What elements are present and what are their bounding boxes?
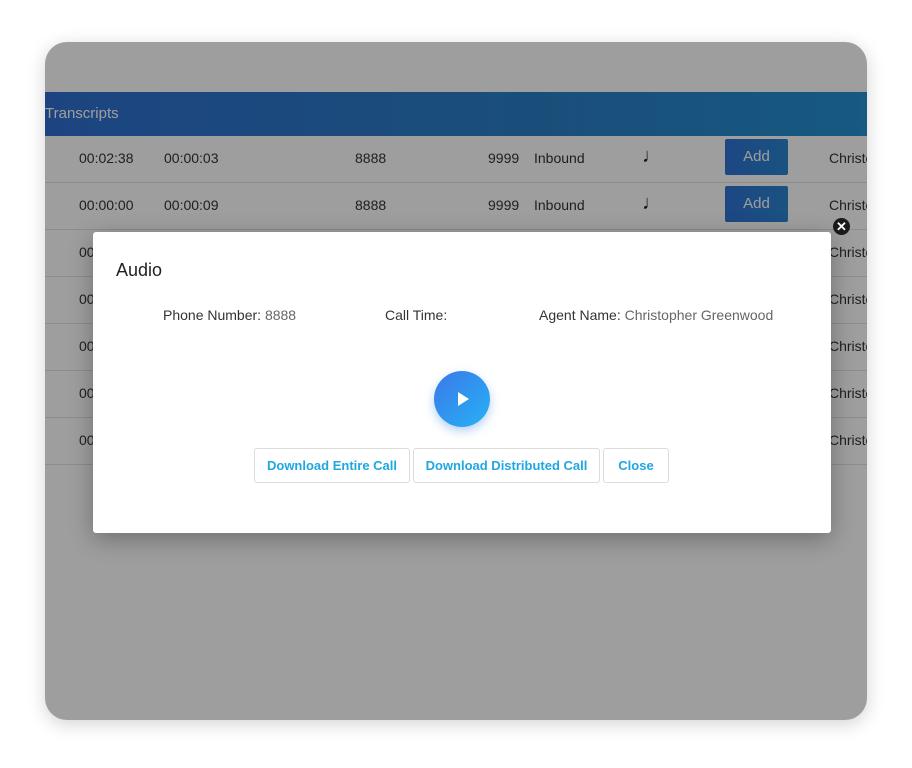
phone-number-label: Phone Number: bbox=[163, 307, 262, 323]
audio-modal: Audio Phone Number: 8888 Call Time: Agen… bbox=[93, 232, 831, 533]
close-button[interactable]: Close bbox=[603, 448, 669, 483]
call-time-info: Call Time: bbox=[385, 307, 447, 323]
agent-name-value: Christopher Greenwood bbox=[624, 307, 774, 323]
download-entire-call-button[interactable]: Download Entire Call bbox=[254, 448, 410, 483]
agent-name-label: Agent Name: bbox=[539, 307, 621, 323]
close-circle-icon[interactable]: ✕ bbox=[833, 218, 850, 235]
phone-number-value: 8888 bbox=[264, 307, 297, 323]
phone-number-info: Phone Number: 8888 bbox=[163, 307, 296, 323]
call-time-label: Call Time: bbox=[385, 307, 448, 323]
agent-name-info: Agent Name: Christopher Greenwood bbox=[539, 307, 773, 323]
play-button[interactable] bbox=[434, 371, 490, 427]
play-icon bbox=[458, 392, 469, 406]
download-distributed-call-button[interactable]: Download Distributed Call bbox=[413, 448, 600, 483]
modal-title: Audio bbox=[116, 260, 163, 280]
